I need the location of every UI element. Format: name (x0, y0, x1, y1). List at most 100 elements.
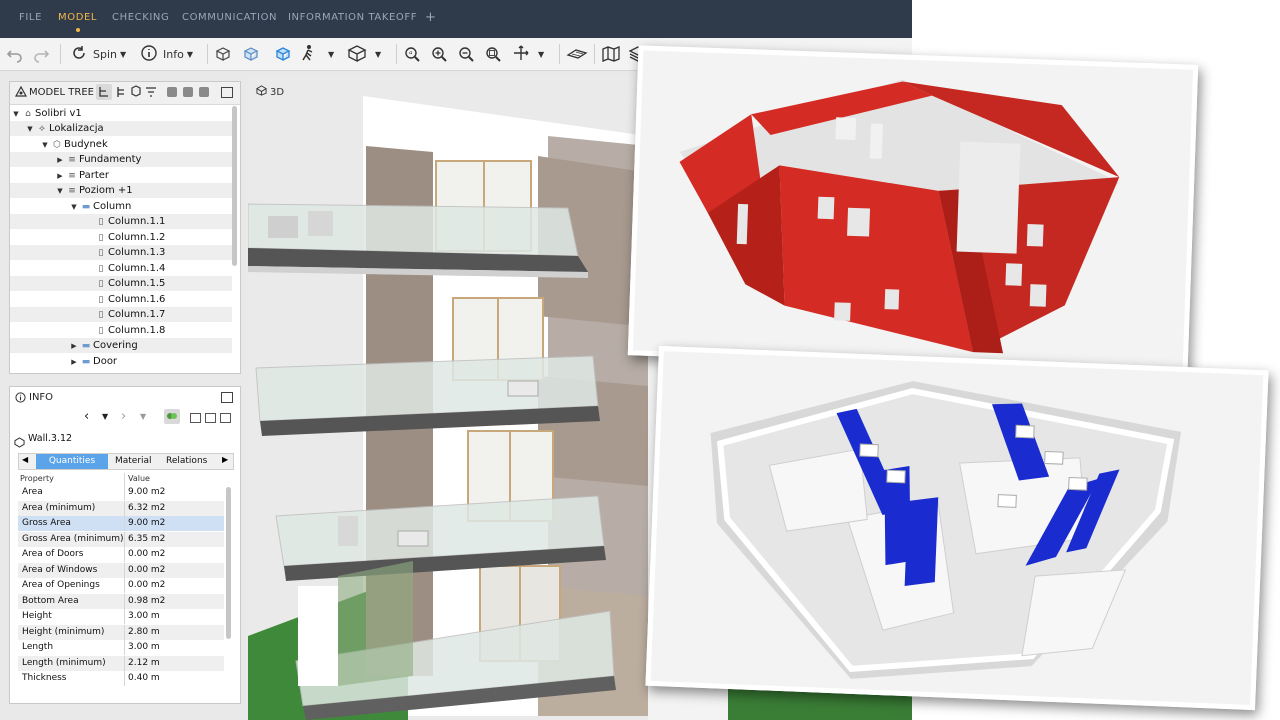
spin-button[interactable]: Spin ▼ (70, 44, 126, 64)
table-row[interactable]: Thickness 0.40 m (18, 671, 224, 686)
table-row[interactable]: Area of Doors 0.00 m2 (18, 547, 224, 562)
nav-tab-communication[interactable]: COMMUNICATION (182, 12, 277, 23)
tree-scrollbar[interactable] (232, 106, 237, 266)
tab-scroll-right-icon[interactable]: ▶ (222, 455, 228, 464)
add-tab-button[interactable]: + (425, 10, 437, 25)
property-cell: Area of Windows (22, 564, 98, 575)
tab-quantities[interactable]: Quantities (36, 454, 108, 469)
column-divider (124, 593, 125, 609)
tree-row-column[interactable]: ▯ Column.1.2 (10, 230, 232, 245)
tree-row-column[interactable]: ▯ Column.1.4 (10, 261, 232, 276)
history-dropdown-icon[interactable]: ▼ (140, 412, 146, 421)
tree-discipline-icon[interactable] (129, 84, 143, 103)
tree-row-poziom-1[interactable]: ▼ ≡ Poziom +1 (10, 183, 232, 198)
nav-tab-model[interactable]: MODEL (58, 12, 97, 32)
tab-material[interactable]: Material (115, 454, 152, 469)
expand-arrow-icon[interactable]: ▼ (40, 138, 50, 153)
value-cell: 3.00 m (128, 611, 160, 621)
history-dropdown-icon[interactable]: ▼ (102, 412, 108, 421)
table-row[interactable]: Length (minimum) 2.12 m (18, 655, 224, 671)
tree-filter-icon[interactable] (144, 84, 158, 103)
maximize-panel-icon[interactable] (221, 392, 233, 403)
tree-view-mode-icon[interactable] (96, 84, 112, 100)
selected-component-icon[interactable] (274, 44, 292, 64)
nav-tab-file[interactable]: FILE (19, 12, 42, 23)
show-all-components-icon[interactable] (215, 44, 235, 64)
panel-action-icon[interactable] (190, 413, 201, 423)
tree-row-label: Budynek (64, 139, 108, 150)
storey-icon: ≡ (68, 155, 76, 165)
zoom-to-fit-icon[interactable] (403, 44, 421, 64)
tree-row-lokalizacja[interactable]: ▼ ⟡ Lokalizacja (10, 121, 232, 136)
panel-action-icon[interactable] (167, 87, 177, 97)
floor-plan-map-icon[interactable] (601, 44, 621, 64)
table-row[interactable]: Area (minimum) 6.32 m2 (18, 500, 224, 516)
nav-tab-checking[interactable]: CHECKING (112, 12, 169, 23)
tree-row-column[interactable]: ▯ Column.1.7 (10, 307, 232, 322)
link-selection-icon[interactable] (164, 409, 180, 424)
tree-row-label: Solibri v1 (35, 108, 82, 119)
expand-arrow-icon[interactable]: ▼ (69, 200, 79, 215)
expand-arrow-icon[interactable]: ▼ (55, 184, 65, 199)
tree-row-covering[interactable]: ▶ ▬ Covering (10, 338, 232, 353)
zoom-in-icon[interactable] (430, 44, 448, 64)
view-cube-button[interactable]: ▼ (347, 44, 381, 64)
table-scrollbar[interactable] (226, 487, 231, 639)
tree-row-column[interactable]: ▯ Column.1.8 (10, 323, 232, 338)
table-row-selected[interactable]: Gross Area 9.00 m2 (18, 516, 224, 531)
undo-icon[interactable] (6, 44, 24, 64)
table-row[interactable]: Height 3.00 m (18, 609, 224, 624)
maximize-panel-icon[interactable] (221, 87, 233, 98)
zoom-window-icon[interactable] (484, 44, 502, 64)
expand-arrow-icon[interactable]: ▼ (11, 107, 21, 122)
forward-arrow-icon[interactable]: › (121, 409, 126, 424)
tree-row-parter[interactable]: ▶ ≡ Parter (10, 168, 232, 183)
tree-row-door[interactable]: ▶ ▬ Door (10, 354, 232, 369)
table-row[interactable]: Length 3.00 m (18, 640, 224, 655)
tree-row-budynek[interactable]: ▼ ⬡ Budynek (10, 137, 232, 152)
pan-button[interactable]: ▼ (512, 44, 544, 64)
column-divider (124, 562, 125, 578)
section-plane-icon[interactable] (566, 44, 588, 64)
tree-row-column[interactable]: ▯ Column.1.5 (10, 276, 232, 291)
transparent-components-icon[interactable] (242, 44, 262, 64)
tree-row-solibri-v1[interactable]: ▼ ⌂ Solibri v1 (10, 106, 232, 121)
expand-arrow-icon[interactable]: ▼ (25, 122, 35, 137)
zoom-out-icon[interactable] (457, 44, 475, 64)
tree-row-label: Covering (93, 340, 138, 351)
table-row[interactable]: Area 9.00 m2 (18, 485, 224, 500)
collapsed-arrow-icon[interactable]: ▶ (55, 153, 65, 168)
tree-spatial-icon[interactable] (114, 84, 128, 103)
column-divider (124, 671, 125, 686)
chevron-down-icon: ▼ (120, 49, 127, 59)
nav-tab-information-takeoff[interactable]: INFORMATION TAKEOFF (288, 12, 417, 23)
table-row[interactable]: Area of Openings 0.00 m2 (18, 578, 224, 593)
tab-relations[interactable]: Relations (166, 454, 207, 469)
table-header-row: Property Value (18, 473, 224, 485)
tree-row-column[interactable]: ▯ Column.1.3 (10, 245, 232, 260)
tree-row-column[interactable]: ▯ Column.1.1 (10, 214, 232, 229)
column-icon: ▯ (98, 279, 104, 289)
tree-row-fundamenty[interactable]: ▶ ≡ Fundamenty (10, 152, 232, 167)
tree-row-column-folder[interactable]: ▼ ▬ Column (10, 199, 232, 214)
column-icon: ▯ (98, 295, 104, 305)
panel-action-icon[interactable] (199, 87, 209, 97)
walk-mode-button[interactable]: ▼ (300, 44, 334, 64)
back-arrow-icon[interactable]: ‹ (84, 409, 89, 424)
top-navigation-bar: FILE MODEL CHECKING COMMUNICATION INFORM… (0, 0, 912, 38)
collapsed-arrow-icon[interactable]: ▶ (69, 355, 79, 370)
table-row[interactable]: Gross Area (minimum) 6.35 m2 (18, 531, 224, 547)
table-row[interactable]: Height (minimum) 2.80 m (18, 624, 224, 640)
redo-icon[interactable] (32, 44, 50, 64)
tab-scroll-left-icon[interactable]: ◀ (22, 455, 28, 464)
info-button[interactable]: Info ▼ (140, 44, 193, 64)
panel-action-icon[interactable] (183, 87, 193, 97)
table-row[interactable]: Area of Windows 0.00 m2 (18, 562, 224, 578)
collapsed-arrow-icon[interactable]: ▶ (55, 169, 65, 184)
panel-action-icon[interactable] (220, 413, 231, 423)
table-row[interactable]: Bottom Area 0.98 m2 (18, 593, 224, 609)
collapsed-arrow-icon[interactable]: ▶ (69, 339, 79, 354)
property-cell: Gross Area (minimum) (22, 533, 124, 544)
tree-row-column[interactable]: ▯ Column.1.6 (10, 292, 232, 307)
panel-action-icon[interactable] (205, 413, 216, 423)
